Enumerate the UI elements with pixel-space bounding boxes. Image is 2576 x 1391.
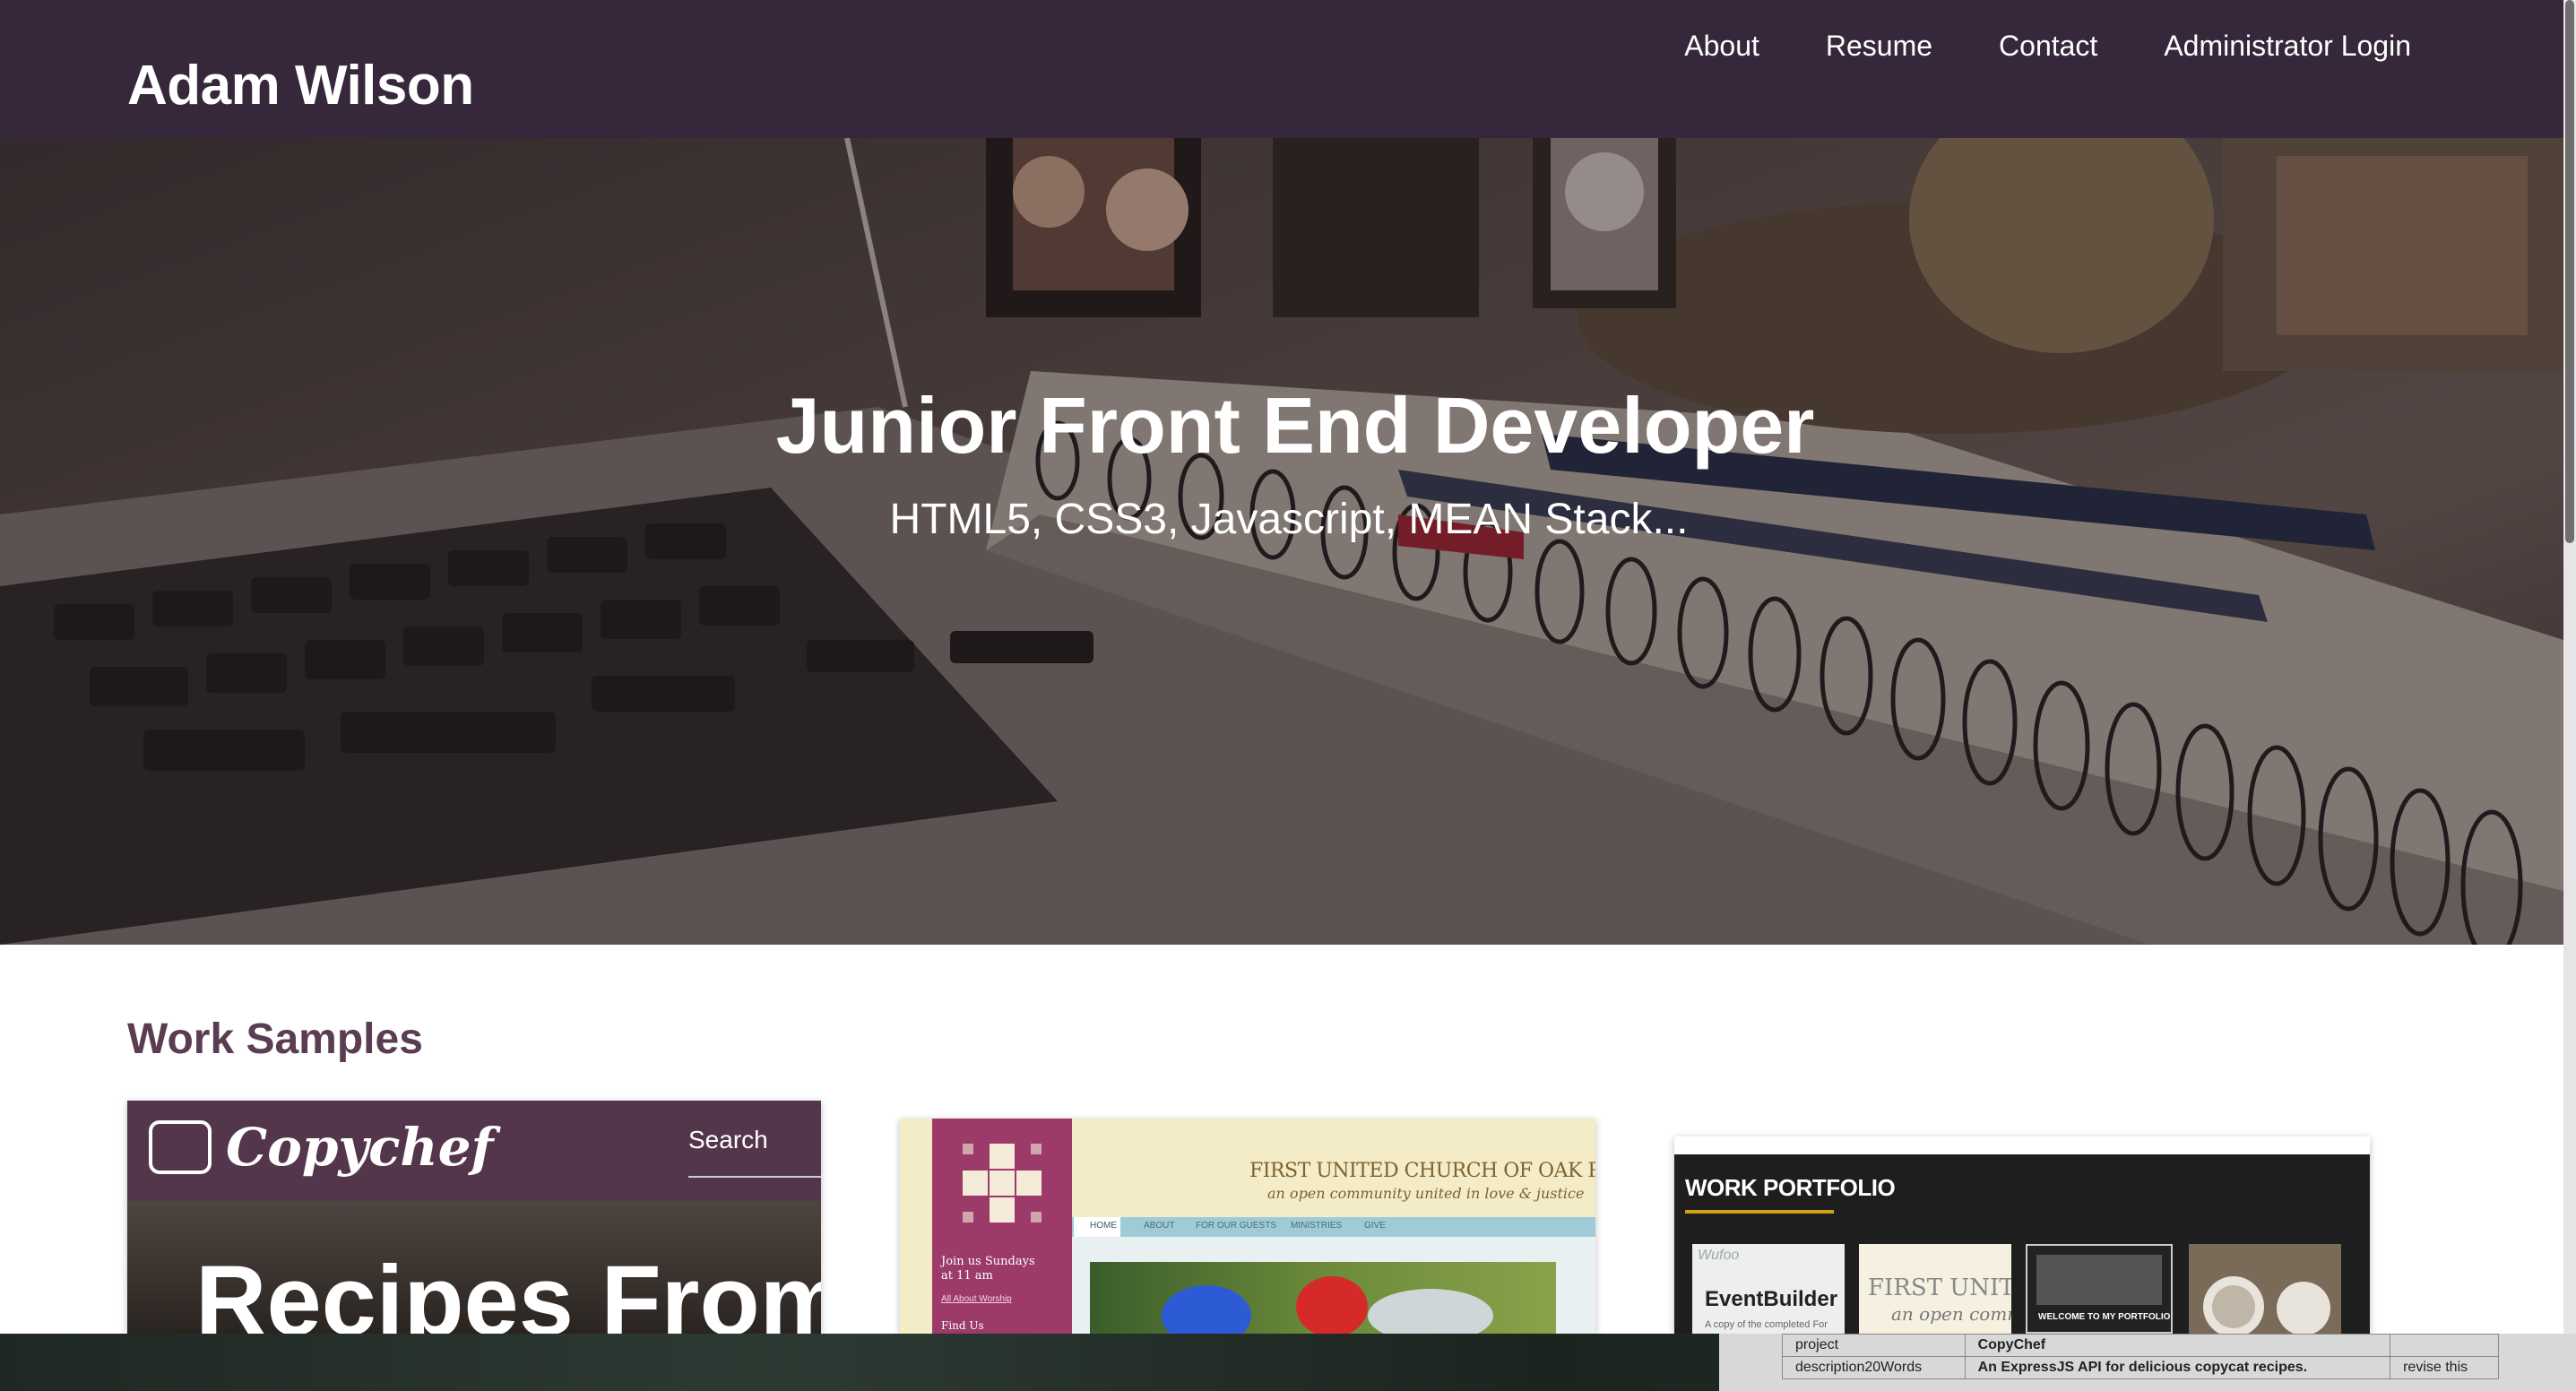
portfolio-top-edge bbox=[1674, 1136, 2370, 1154]
laptop-thumb-text: WELCOME TO MY PORTFOLIO bbox=[2038, 1312, 2171, 1322]
background-window[interactable]: project CopyChef description20Words An E… bbox=[1719, 1334, 2576, 1391]
church-name: FIRST UNITED CHURCH OF OAK PARK bbox=[1249, 1160, 1595, 1182]
table-cell: project bbox=[1782, 1334, 1966, 1357]
portfolio-thumb-eventbuilder: Wufoo EventBuilder A copy of the complet… bbox=[1692, 1244, 1845, 1334]
eventbuilder-caption: A copy of the completed For bbox=[1705, 1319, 1828, 1330]
background-window-table: project CopyChef description20Words An E… bbox=[1782, 1334, 2499, 1379]
work-sample-card-copychef[interactable]: Copychef Search Recipes From bbox=[127, 1101, 821, 1334]
church-thumb-sub: an open commu bbox=[1891, 1303, 2011, 1325]
work-samples-heading: Work Samples bbox=[127, 1015, 423, 1063]
site-header: Adam Wilson About Resume Contact Adminis… bbox=[0, 0, 2563, 138]
nav-admin-login[interactable]: Administrator Login bbox=[2164, 27, 2411, 65]
table-cell: revise this bbox=[2390, 1356, 2499, 1379]
hero-subtitle: HTML5, CSS3, Javascript, MEAN Stack... bbox=[889, 496, 1689, 543]
nav-resume[interactable]: Resume bbox=[1826, 27, 1932, 65]
church-nav-about: ABOUT bbox=[1144, 1221, 1175, 1231]
church-nav-guests: FOR OUR GUESTS bbox=[1196, 1221, 1277, 1231]
laptop-screen bbox=[2036, 1255, 2162, 1305]
portfolio-title-underline bbox=[1685, 1210, 1834, 1214]
portfolio-thumb-laptop: WELCOME TO MY PORTFOLIO bbox=[2026, 1244, 2173, 1334]
table-row: description20Words An ExpressJS API for … bbox=[1782, 1356, 2499, 1379]
church-find-us: Find Us bbox=[941, 1319, 984, 1332]
table-cell: CopyChef bbox=[1964, 1334, 2391, 1357]
table-cell bbox=[2390, 1334, 2499, 1357]
portfolio-title: WORK PORTFOLIO bbox=[1685, 1174, 1896, 1201]
church-join-time: at 11 am bbox=[941, 1269, 993, 1283]
hero-title: Junior Front End Developer bbox=[775, 381, 1815, 470]
copychef-search-underline bbox=[688, 1176, 821, 1178]
nav-about[interactable]: About bbox=[1684, 27, 1759, 65]
site-brand[interactable]: Adam Wilson bbox=[127, 54, 474, 117]
portfolio-thumb-coffee bbox=[2189, 1244, 2341, 1334]
church-cross-icon bbox=[963, 1144, 1042, 1223]
work-sample-card-church[interactable]: Join us Sundays at 11 am All About Worsh… bbox=[900, 1119, 1595, 1334]
chef-hat-icon bbox=[149, 1120, 212, 1174]
wufoo-logo: Wufoo bbox=[1698, 1248, 1740, 1263]
church-worship-link: All About Worship bbox=[941, 1294, 1012, 1304]
church-join-text: Join us Sundays bbox=[941, 1255, 1035, 1268]
table-row: project CopyChef bbox=[1782, 1334, 2499, 1357]
church-thumb-title: FIRST UNITED bbox=[1868, 1274, 2011, 1301]
table-cell: An ExpressJS API for delicious copycat r… bbox=[1964, 1356, 2391, 1379]
eventbuilder-title: EventBuilder bbox=[1705, 1287, 1838, 1311]
church-photo bbox=[1090, 1262, 1556, 1334]
church-nav-ministries: MINISTRIES bbox=[1291, 1221, 1343, 1231]
page-scrollbar-thumb[interactable] bbox=[2565, 0, 2574, 543]
work-sample-card-portfolio[interactable]: WORK PORTFOLIO Wufoo EventBuilder A copy… bbox=[1674, 1136, 2370, 1334]
portfolio-thumb-church: FIRST UNITED an open commu bbox=[1859, 1244, 2011, 1334]
church-nav-home: HOME bbox=[1090, 1221, 1117, 1231]
table-cell: description20Words bbox=[1782, 1356, 1966, 1379]
church-nav-give: GIVE bbox=[1364, 1221, 1386, 1231]
main-nav: About Resume Contact Administrator Login bbox=[1684, 27, 2411, 65]
hero-banner: Junior Front End Developer HTML5, CSS3, … bbox=[0, 138, 2563, 945]
copychef-hero-text: Recipes From bbox=[195, 1246, 821, 1334]
copychef-search-label: Search bbox=[688, 1126, 768, 1153]
church-tagline: an open community united in love & justi… bbox=[1267, 1185, 1585, 1202]
church-service-times: Join us Sundays at 11 am bbox=[941, 1255, 1035, 1283]
copychef-logo: Copychef bbox=[226, 1117, 494, 1178]
nav-contact[interactable]: Contact bbox=[1999, 27, 2097, 65]
